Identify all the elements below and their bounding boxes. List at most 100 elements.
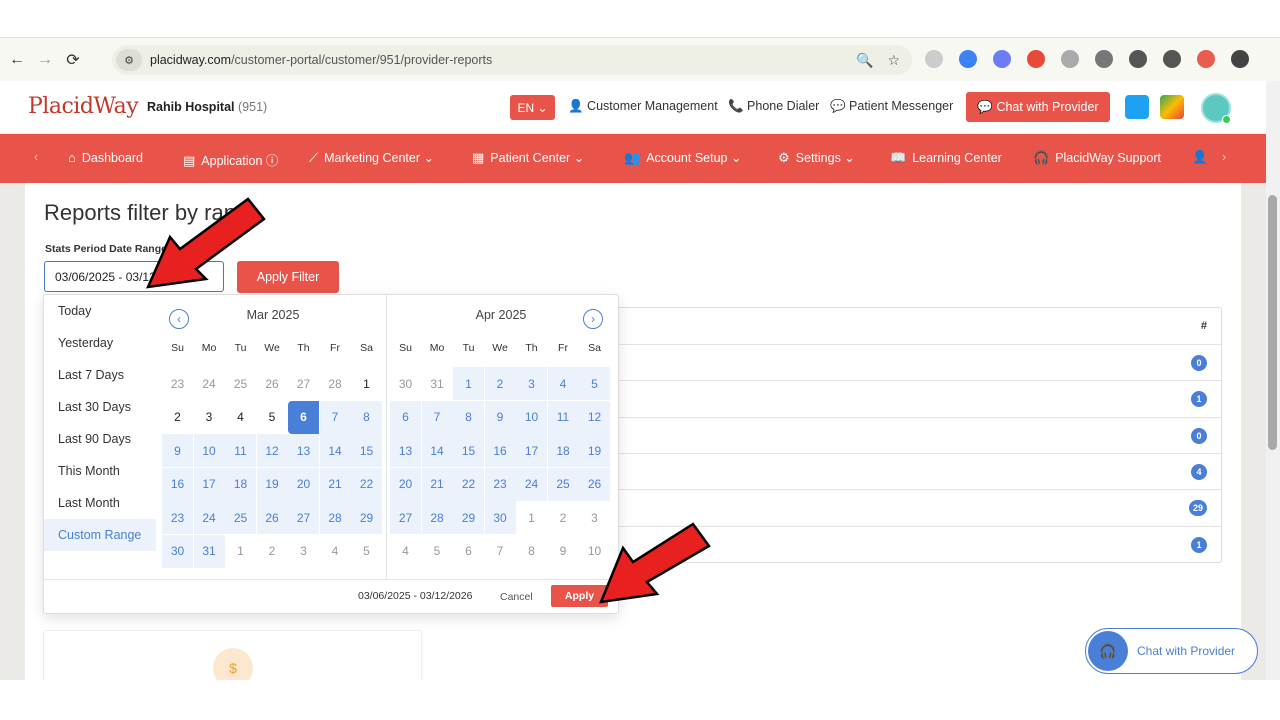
calendar-day[interactable]: 17 xyxy=(516,434,547,467)
range-today[interactable]: Today xyxy=(44,295,156,327)
calendar-day[interactable]: 15 xyxy=(351,434,382,467)
calendar-day[interactable]: 27 xyxy=(390,501,421,534)
zoom-icon[interactable]: 🔍 xyxy=(856,52,873,69)
menu-kebab-icon[interactable] xyxy=(1231,50,1249,68)
forward-icon[interactable]: → xyxy=(34,49,56,71)
range-last-90-days[interactable]: Last 90 Days xyxy=(44,423,156,455)
calendar-day[interactable]: 12 xyxy=(579,400,610,434)
calendar-day[interactable]: 13 xyxy=(390,434,421,467)
calendar-day[interactable]: 4 xyxy=(547,367,579,400)
scrollbar-thumb[interactable] xyxy=(1268,195,1277,450)
calendar-day[interactable]: 11 xyxy=(225,434,256,467)
calendar-day[interactable]: 29 xyxy=(351,501,382,534)
calendar-day[interactable]: 21 xyxy=(421,467,453,501)
cancel-button[interactable]: Cancel xyxy=(500,591,533,603)
reload-icon[interactable]: ⟳ xyxy=(62,49,84,71)
download-icon[interactable] xyxy=(1129,50,1147,68)
calendar-day[interactable]: 5 xyxy=(422,535,453,568)
calendar-day[interactable]: 5 xyxy=(579,367,610,400)
nav-scroll-left-icon[interactable]: ‹ xyxy=(34,150,38,164)
calendar-day[interactable]: 26 xyxy=(579,467,610,501)
extensions-puzzle-icon[interactable] xyxy=(1095,50,1113,68)
calendar-day[interactable]: 18 xyxy=(547,434,579,467)
calendar-day[interactable]: 23 xyxy=(162,367,193,400)
calendar-day[interactable]: 22 xyxy=(453,467,484,501)
calendar-day[interactable]: 8 xyxy=(516,535,547,568)
calendar-day[interactable]: 28 xyxy=(319,501,351,534)
calendar-day[interactable]: 16 xyxy=(484,434,516,467)
apply-button[interactable]: Apply xyxy=(551,585,608,607)
calendar-day[interactable]: 6 xyxy=(453,535,484,568)
phone-dialer-link[interactable]: 📞 Phone Dialer xyxy=(728,99,819,114)
calendar-day[interactable]: 9 xyxy=(548,535,579,568)
calendar-day[interactable]: 18 xyxy=(225,467,256,501)
calendar-day[interactable]: 3 xyxy=(288,535,319,568)
calendar-day[interactable]: 30 xyxy=(484,501,516,534)
bookmark-star-icon[interactable]: ☆ xyxy=(887,52,900,69)
nav-dashboard[interactable]: ⌂ Dashboard xyxy=(68,150,143,165)
range-yesterday[interactable]: Yesterday xyxy=(44,327,156,359)
extension-blue-icon[interactable] xyxy=(959,50,977,68)
nav-settings[interactable]: ⚙ Settings ⌄ xyxy=(778,150,855,166)
calendar-day[interactable]: 31 xyxy=(193,534,225,568)
calendar-day[interactable]: 2 xyxy=(548,501,579,534)
calendar-day[interactable]: 9 xyxy=(162,434,193,467)
calendar-day[interactable]: 12 xyxy=(256,434,288,467)
nav-patient-center[interactable]: ▦ Patient Center ⌄ xyxy=(472,150,584,166)
range-custom[interactable]: Custom Range xyxy=(44,519,156,551)
calendar-day[interactable]: 25 xyxy=(225,367,256,400)
app-store-icon[interactable] xyxy=(1125,95,1149,119)
google-play-icon[interactable] xyxy=(1160,95,1184,119)
calendar-day[interactable]: 4 xyxy=(390,535,421,568)
calendar-day[interactable]: 27 xyxy=(288,501,319,534)
extension-red-icon[interactable] xyxy=(1027,50,1045,68)
calendar-day[interactable]: 8 xyxy=(351,400,382,434)
nav-marketing-center[interactable]: ⟋ Marketing Center ⌄ xyxy=(309,150,434,166)
calendar-day[interactable]: 20 xyxy=(390,467,421,501)
calendar-day[interactable]: 8 xyxy=(453,400,484,434)
calendar-day[interactable]: 6 xyxy=(390,400,421,434)
calendar-day[interactable]: 25 xyxy=(547,467,579,501)
calendar-day[interactable]: 10 xyxy=(193,434,225,467)
calendar-day[interactable]: 31 xyxy=(422,367,453,400)
calendar-day[interactable]: 3 xyxy=(516,367,547,400)
calendar-day[interactable]: 24 xyxy=(193,501,225,534)
calendar-day[interactable]: 19 xyxy=(579,434,610,467)
range-last-7-days[interactable]: Last 7 Days xyxy=(44,359,156,391)
site-info-icon[interactable]: ⚙ xyxy=(116,49,142,71)
calendar-day[interactable]: 26 xyxy=(257,367,288,400)
calendar-day[interactable]: 7 xyxy=(485,535,516,568)
calendar-day[interactable]: 27 xyxy=(288,367,319,400)
calendar-day[interactable]: 2 xyxy=(257,535,288,568)
placidway-logo[interactable]: PlacidWay xyxy=(28,94,139,119)
nav-scroll-right-icon[interactable]: › xyxy=(1222,150,1226,164)
calendar-day[interactable]: 23 xyxy=(484,467,516,501)
calendar-day[interactable]: 4 xyxy=(320,535,351,568)
calendar-day[interactable]: 11 xyxy=(547,400,579,434)
calendar-day[interactable]: 26 xyxy=(256,501,288,534)
calendar-day[interactable]: 14 xyxy=(421,434,453,467)
chat-with-provider-float[interactable]: 🎧 Chat with Provider xyxy=(1085,628,1258,674)
calendar-day[interactable]: 24 xyxy=(194,367,225,400)
profile-icon[interactable] xyxy=(1197,50,1215,68)
calendar-day[interactable]: 10 xyxy=(579,535,610,568)
calendar-day[interactable]: 10 xyxy=(516,400,547,434)
nav-placidway-support[interactable]: 🎧 PlacidWay Support xyxy=(1033,150,1161,166)
calendar-day[interactable]: 1 xyxy=(453,367,484,400)
calendar-day[interactable]: 9 xyxy=(484,400,516,434)
calendar-day[interactable]: 7 xyxy=(421,400,453,434)
range-last-30-days[interactable]: Last 30 Days xyxy=(44,391,156,423)
prev-month-icon[interactable]: ‹ xyxy=(169,309,189,329)
calendar-day[interactable]: 28 xyxy=(320,367,351,400)
calendar-day[interactable]: 5 xyxy=(351,535,382,568)
calendar-day[interactable]: 16 xyxy=(162,467,193,501)
next-month-icon[interactable]: › xyxy=(583,309,603,329)
calendar-day[interactable]: 1 xyxy=(351,367,382,400)
nav-learning-center[interactable]: 📖 Learning Center xyxy=(890,150,1002,166)
extension-globe-icon[interactable] xyxy=(925,50,943,68)
nav-application[interactable]: ▤ Application ⓘ xyxy=(183,150,278,169)
calendar-day[interactable]: 1 xyxy=(225,535,256,568)
calendar-day[interactable]: 23 xyxy=(162,501,193,534)
calendar-day[interactable]: 3 xyxy=(579,501,610,534)
calendar-day[interactable]: 20 xyxy=(288,467,319,501)
